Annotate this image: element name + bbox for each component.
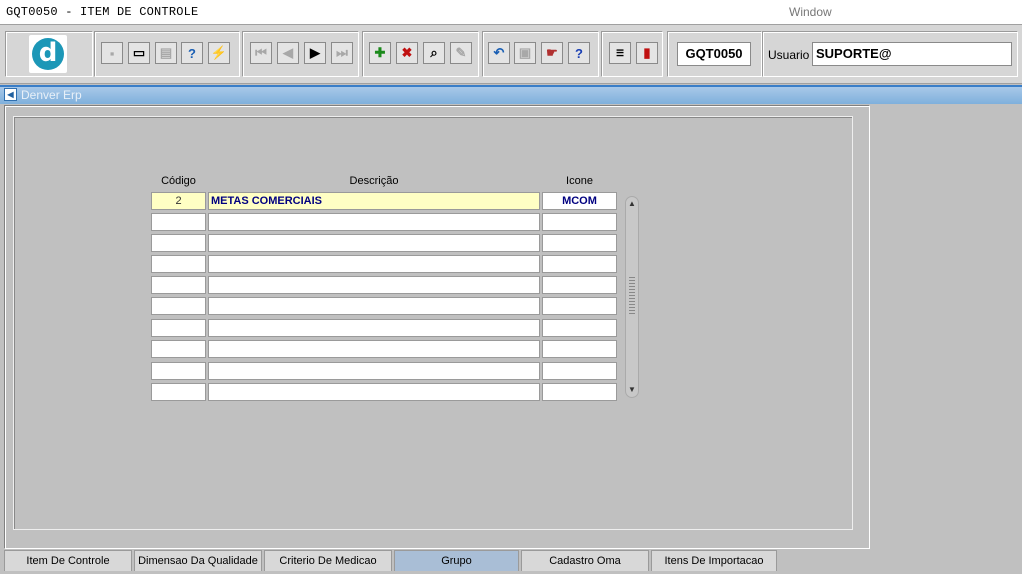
codigo-field[interactable] bbox=[151, 213, 206, 231]
toolbar: d ▪ ▭ ▤ ? ⚡ ⏮ ◀ ▶ ⏭ ✚ ✖ ⌕ ✎ ↶ ▣ ☛ ? ☰ ▮ … bbox=[0, 24, 1022, 84]
print-button[interactable]: ▤ bbox=[155, 42, 177, 64]
previous-icon: ◀ bbox=[283, 45, 293, 60]
exit-door-icon: ▮ bbox=[643, 45, 651, 60]
icone-field[interactable] bbox=[542, 234, 617, 252]
menu-icon: ☰ bbox=[615, 47, 625, 58]
descricao-field[interactable] bbox=[208, 276, 540, 294]
codigo-field[interactable] bbox=[151, 276, 206, 294]
descricao-field[interactable] bbox=[208, 234, 540, 252]
codigo-field[interactable] bbox=[151, 319, 206, 337]
codigo-field[interactable] bbox=[151, 383, 206, 401]
icone-field[interactable]: MCOM bbox=[542, 192, 617, 210]
help-button[interactable]: ? bbox=[568, 42, 590, 64]
save-button[interactable]: ▪ bbox=[101, 42, 123, 64]
scroll-thumb[interactable] bbox=[629, 275, 635, 315]
module-code: GQT0050 bbox=[677, 42, 751, 66]
next-icon: ▶ bbox=[310, 45, 320, 60]
header-icone: Icone bbox=[566, 175, 593, 187]
first-record-button[interactable]: ⏮ bbox=[250, 42, 272, 64]
undo-icon: ↶ bbox=[493, 45, 505, 60]
icone-field[interactable] bbox=[542, 213, 617, 231]
hand-icon: ☛ bbox=[546, 45, 558, 60]
header-codigo: Código bbox=[161, 175, 196, 187]
logo-icon: d bbox=[32, 38, 64, 70]
codigo-field[interactable] bbox=[151, 255, 206, 273]
scroll-up-icon[interactable]: ▲ bbox=[627, 199, 637, 209]
search-icon: ⌕ bbox=[430, 45, 438, 60]
app-title: GQT0050 - ITEM DE CONTROLE bbox=[6, 5, 199, 19]
codigo-field[interactable] bbox=[151, 340, 206, 358]
lightning-icon: ⚡ bbox=[210, 45, 228, 60]
codigo-field[interactable] bbox=[151, 362, 206, 380]
execute-query-button[interactable]: ⚡ bbox=[208, 42, 230, 64]
tab-criterio-de-medicao[interactable]: Criterio De Medicao bbox=[264, 550, 392, 571]
icone-field[interactable] bbox=[542, 255, 617, 273]
tab-item-de-controle[interactable]: Item De Controle bbox=[4, 550, 132, 571]
exit-button[interactable]: ▮ bbox=[636, 42, 658, 64]
hand-button[interactable]: ☛ bbox=[541, 42, 563, 64]
user-label: Usuario bbox=[768, 48, 810, 62]
plus-icon: ✚ bbox=[374, 45, 386, 60]
previous-record-button[interactable]: ◀ bbox=[277, 42, 299, 64]
next-record-button[interactable]: ▶ bbox=[304, 42, 326, 64]
insert-record-button[interactable]: ✚ bbox=[369, 42, 391, 64]
descricao-field[interactable]: METAS COMERCIAIS bbox=[208, 192, 540, 210]
user-field: SUPORTE@ bbox=[812, 42, 1012, 66]
tab-cadastro-oma[interactable]: Cadastro Oma bbox=[521, 550, 649, 571]
query-icon: ? bbox=[188, 45, 196, 61]
header-descricao: Descrição bbox=[349, 175, 399, 187]
tab-itens-de-importacao[interactable]: Itens De Importacao bbox=[651, 550, 777, 571]
descricao-field[interactable] bbox=[208, 383, 540, 401]
denver-logo: d bbox=[29, 35, 67, 73]
search-record-button[interactable]: ⌕ bbox=[423, 42, 445, 64]
icone-field[interactable] bbox=[542, 297, 617, 315]
clipboard-button[interactable]: ▣ bbox=[514, 42, 536, 64]
last-icon: ⏭ bbox=[336, 45, 348, 60]
help-icon: ? bbox=[575, 45, 583, 61]
window-button[interactable]: ▭ bbox=[128, 42, 150, 64]
undo-button[interactable]: ↶ bbox=[488, 42, 510, 64]
codigo-field[interactable] bbox=[151, 234, 206, 252]
descricao-field[interactable] bbox=[208, 255, 540, 273]
last-record-button[interactable]: ⏭ bbox=[331, 42, 353, 64]
vertical-scrollbar[interactable]: ▲ ▼ bbox=[625, 196, 639, 398]
icone-field[interactable] bbox=[542, 276, 617, 294]
window-icon: ▭ bbox=[132, 45, 146, 60]
icone-field[interactable] bbox=[542, 340, 617, 358]
pencil-icon: ✎ bbox=[455, 45, 467, 60]
window-icon: ◀ bbox=[4, 88, 17, 101]
codigo-field[interactable] bbox=[151, 297, 206, 315]
delete-icon: ✖ bbox=[401, 45, 413, 60]
descricao-field[interactable] bbox=[208, 319, 540, 337]
first-icon: ⏮ bbox=[255, 45, 267, 60]
tab-dimensao-da-qualidade[interactable]: Dimensao Da Qualidade bbox=[134, 550, 262, 571]
descricao-field[interactable] bbox=[208, 340, 540, 358]
save-icon: ▪ bbox=[109, 45, 115, 61]
window-title: Denver Erp bbox=[21, 88, 82, 102]
descricao-field[interactable] bbox=[208, 362, 540, 380]
tab-grupo[interactable]: Grupo bbox=[394, 550, 519, 571]
menu-button[interactable]: ☰ bbox=[609, 42, 631, 64]
icone-field[interactable] bbox=[542, 383, 617, 401]
descricao-field[interactable] bbox=[208, 213, 540, 231]
edit-button[interactable]: ✎ bbox=[450, 42, 472, 64]
descricao-field[interactable] bbox=[208, 297, 540, 315]
enter-query-button[interactable]: ? bbox=[181, 42, 203, 64]
print-icon: ▤ bbox=[159, 45, 173, 60]
delete-record-button[interactable]: ✖ bbox=[396, 42, 418, 64]
icone-field[interactable] bbox=[542, 319, 617, 337]
codigo-field[interactable]: 2 bbox=[151, 192, 206, 210]
window-title-bar: ◀ Denver Erp bbox=[0, 85, 1022, 104]
menu-bar: GQT0050 - ITEM DE CONTROLE Window bbox=[0, 0, 1022, 24]
window-menu[interactable]: Window bbox=[789, 5, 832, 19]
scroll-down-icon[interactable]: ▼ bbox=[627, 385, 637, 395]
icone-field[interactable] bbox=[542, 362, 617, 380]
clipboard-icon: ▣ bbox=[518, 45, 532, 60]
